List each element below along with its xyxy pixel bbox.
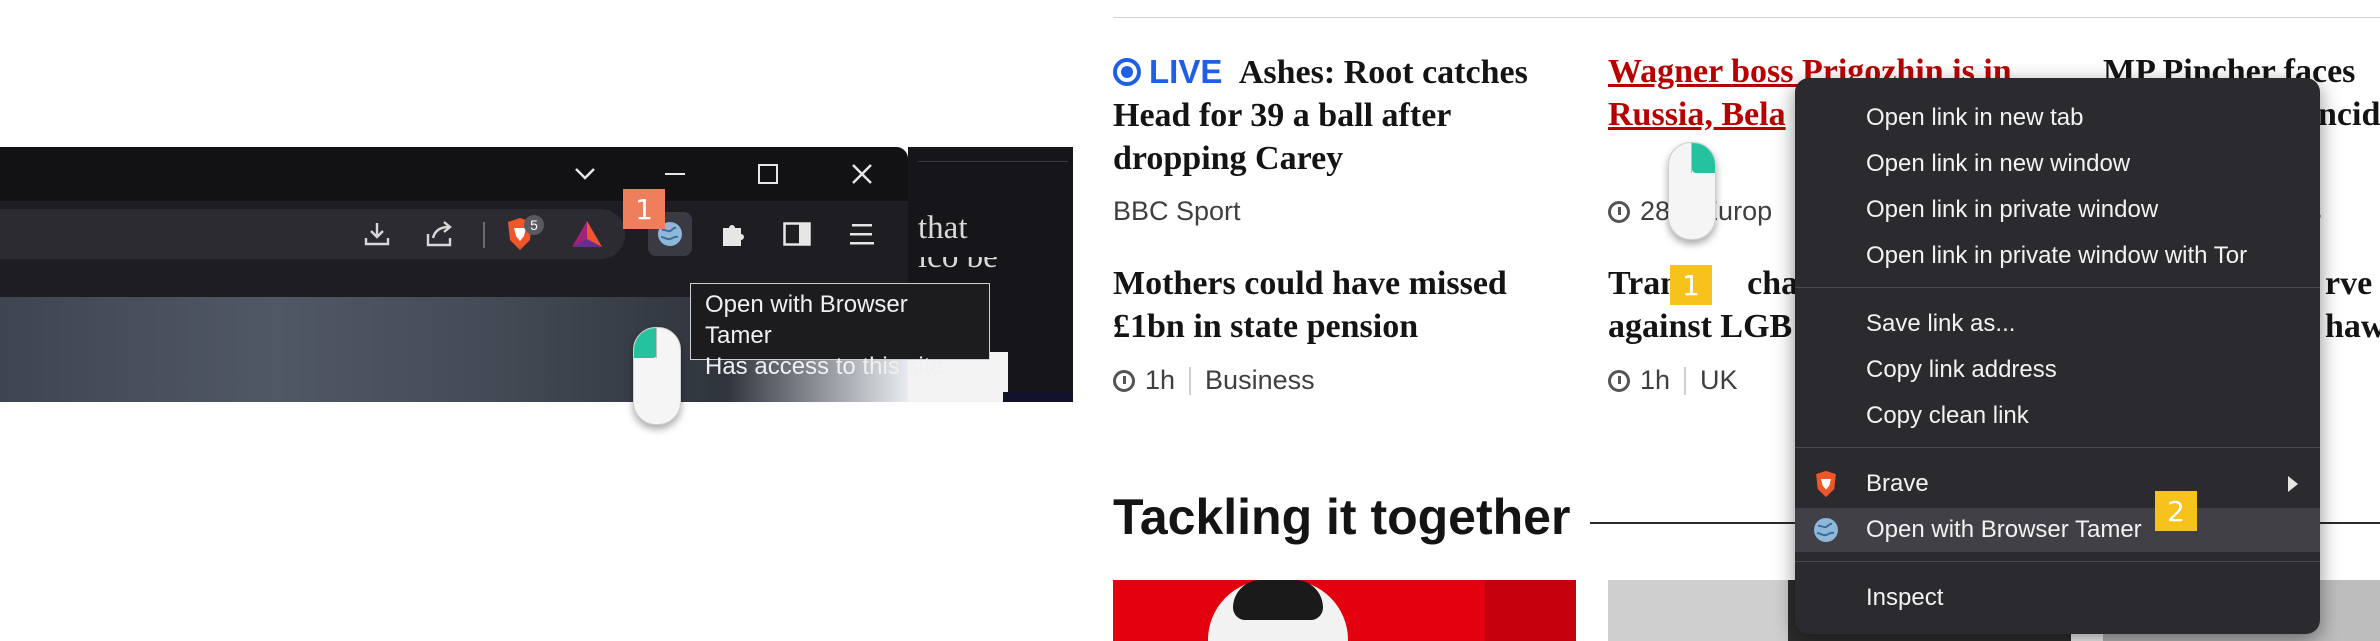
browser-tamer-icon xyxy=(1814,518,1838,542)
thumb-panel-light xyxy=(1608,580,1788,641)
step-callout-mouse-1: 1 xyxy=(1670,265,1712,305)
story-time: 28 xyxy=(1640,196,1671,226)
story-time: 1h xyxy=(1640,365,1671,395)
submenu-arrow-icon xyxy=(2288,476,2298,492)
share-icon[interactable] xyxy=(418,212,462,256)
extension-tooltip: Open with Browser Tamer Has access to th… xyxy=(690,283,990,380)
source-label: BBC Sport xyxy=(1113,196,1241,226)
menu-item-open-new-tab[interactable]: Open link in new tab xyxy=(1795,96,2320,140)
step-callout-1: 1 xyxy=(623,189,665,229)
sidebar-toggle-icon[interactable] xyxy=(775,212,819,256)
toolbar-divider xyxy=(483,222,485,248)
menu-item-brave-label: Brave xyxy=(1866,470,1929,497)
menu-item-brave[interactable]: Brave xyxy=(1795,462,2320,506)
browser-titlebar xyxy=(0,147,908,201)
tab-list-chevron-icon[interactable] xyxy=(555,147,615,201)
menu-icon[interactable] xyxy=(840,212,884,256)
brave-lion-icon xyxy=(1816,470,1836,498)
story-ashes-source[interactable]: BBC Sport xyxy=(1113,196,1241,227)
clock-icon xyxy=(1608,200,1630,223)
brave-shields-icon[interactable]: 5 xyxy=(498,212,544,256)
mouse-left-click-icon xyxy=(633,327,681,425)
story-col3b-line1: rve xyxy=(2325,265,2373,302)
step-callout-2: 2 xyxy=(2155,491,2197,531)
clock-icon xyxy=(1608,369,1630,392)
behind-text-2: ico be xyxy=(918,257,1058,273)
story-mothers-title[interactable]: Mothers could have missed £1bn in state … xyxy=(1113,262,1583,348)
story-category-link[interactable]: Business xyxy=(1205,365,1315,396)
tooltip-line-2: Has access to this site xyxy=(705,353,944,380)
shields-count-badge: 5 xyxy=(524,215,544,235)
story-category-link[interactable]: UK xyxy=(1700,365,1738,396)
menu-item-open-private-window[interactable]: Open link in private window xyxy=(1795,188,2320,232)
story-mothers-meta: 1h Business xyxy=(1113,365,1315,396)
menu-item-inspect[interactable]: Inspect xyxy=(1795,576,2320,620)
maximize-icon[interactable] xyxy=(738,147,798,201)
menu-item-copy-clean-link[interactable]: Copy clean link xyxy=(1795,394,2320,438)
extensions-puzzle-icon[interactable] xyxy=(712,212,756,256)
story-thumbnail-1[interactable] xyxy=(1113,580,1576,641)
browser-toolbar: 5 xyxy=(0,201,908,267)
menu-separator xyxy=(1795,287,2320,288)
story-trans-meta: 1h UK xyxy=(1608,365,1738,396)
menu-item-open-with-browser-tamer[interactable]: Open with Browser Tamer xyxy=(1795,508,2320,552)
top-rule xyxy=(1113,17,2380,18)
menu-item-open-new-window[interactable]: Open link in new window xyxy=(1795,142,2320,186)
strip-rule xyxy=(918,161,1068,162)
context-menu: Open link in new tab Open link in new wi… xyxy=(1795,78,2320,634)
tooltip-line-1: Open with Browser Tamer xyxy=(705,291,908,349)
section-title: Tackling it together xyxy=(1113,489,1571,545)
story-col3b-line2: hawa xyxy=(2325,308,2380,345)
clock-icon xyxy=(1113,369,1135,392)
behind-text: that xyxy=(918,210,968,246)
live-icon xyxy=(1113,58,1141,86)
brave-rewards-icon[interactable] xyxy=(565,212,609,256)
story-time: 1h xyxy=(1145,365,1176,395)
mouse-right-click-icon xyxy=(1668,142,1716,240)
meta-divider xyxy=(1189,366,1192,395)
live-label: LIVE xyxy=(1149,53,1223,90)
menu-item-open-private-tor[interactable]: Open link in private window with Tor xyxy=(1795,234,2320,278)
menu-item-save-link-as[interactable]: Save link as... xyxy=(1795,302,2320,346)
menu-item-browser-tamer-label: Open with Browser Tamer xyxy=(1866,516,2142,543)
story-ashes[interactable]: LIVE Ashes: Root catches Head for 39 a b… xyxy=(1113,50,1583,180)
thumb-figure-hair xyxy=(1233,580,1323,620)
thumb-panel xyxy=(1485,580,1576,641)
story-trans-line1a: Tran xyxy=(1608,265,1680,302)
menu-item-copy-link-address[interactable]: Copy link address xyxy=(1795,348,2320,392)
story-col3b-title[interactable]: rve hawa xyxy=(2325,262,2380,348)
meta-divider xyxy=(1684,366,1687,395)
page-panel-dark xyxy=(1003,392,1073,402)
download-icon[interactable] xyxy=(355,212,399,256)
menu-separator xyxy=(1795,561,2320,562)
close-icon[interactable] xyxy=(832,147,892,201)
menu-separator xyxy=(1795,447,2320,448)
address-bar[interactable]: 5 xyxy=(0,209,625,259)
